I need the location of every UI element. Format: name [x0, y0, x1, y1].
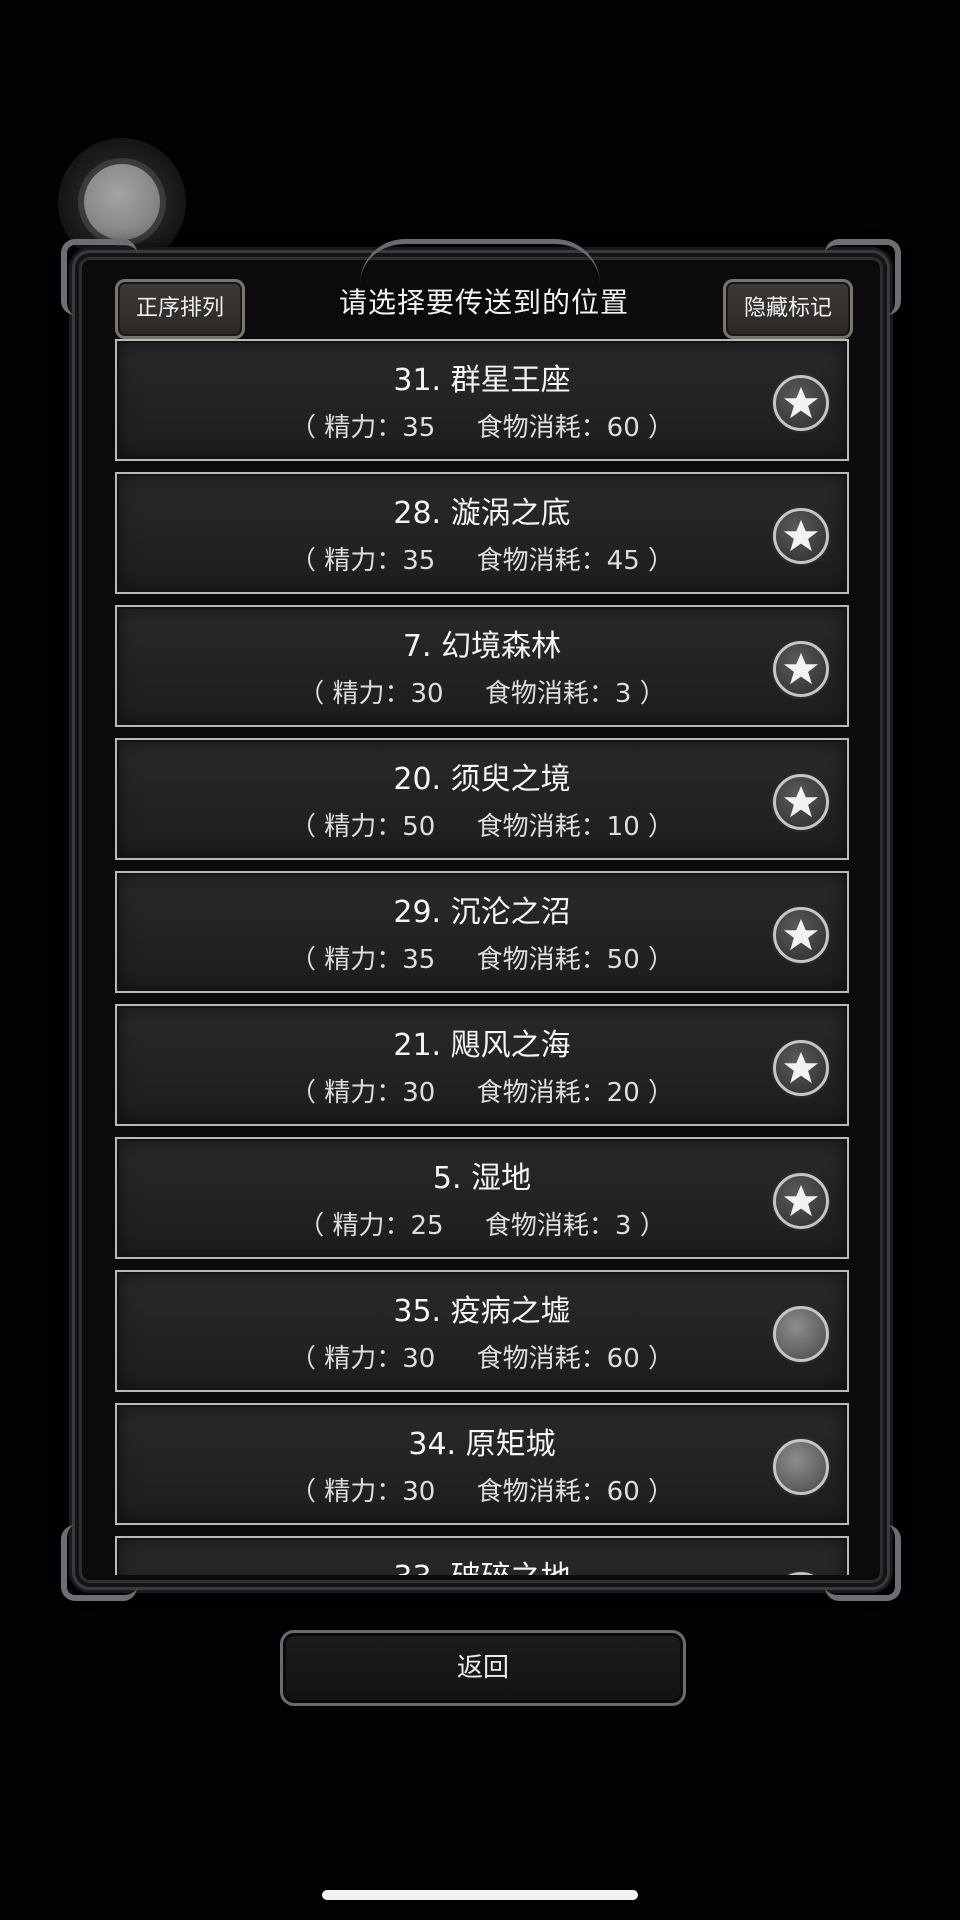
location-cost: （ 精力：30 食物消耗：60 ）	[289, 1344, 675, 1374]
location-row[interactable]: 31. 群星王座 （ 精力：35 食物消耗：60 ）	[115, 339, 849, 461]
location-list[interactable]: 31. 群星王座 （ 精力：35 食物消耗：60 ） 28. 漩涡之底 （ 精力…	[115, 339, 849, 1575]
location-name: 34. 原矩城	[408, 1427, 556, 1462]
location-row[interactable]: 20. 须臾之境 （ 精力：50 食物消耗：10 ）	[115, 738, 849, 860]
star-icon	[783, 1184, 819, 1217]
location-cost: （ 精力：30 食物消耗：60 ）	[289, 1477, 675, 1507]
star-icon	[783, 785, 819, 818]
mark-toggle-button[interactable]	[773, 508, 829, 564]
star-icon	[783, 386, 819, 419]
star-icon	[783, 1051, 819, 1084]
location-cost: （ 精力：35 食物消耗：60 ）	[289, 413, 675, 443]
location-name: 35. 疫病之墟	[393, 1294, 571, 1329]
location-row[interactable]: 28. 漩涡之底 （ 精力：35 食物消耗：45 ）	[115, 472, 849, 594]
location-cost: （ 精力：30 食物消耗：3 ）	[298, 679, 666, 709]
location-row[interactable]: 21. 飓风之海 （ 精力：30 食物消耗：20 ）	[115, 1004, 849, 1126]
location-name: 31. 群星王座	[393, 363, 571, 398]
location-cost: （ 精力：50 食物消耗：10 ）	[289, 812, 675, 842]
teleport-panel: 正序排列 请选择要传送到的位置 隐藏标记 31. 群星王座 （ 精力：35 食物…	[61, 239, 901, 1601]
mark-toggle-button[interactable]	[773, 1040, 829, 1096]
location-row[interactable]: 7. 幻境森林 （ 精力：30 食物消耗：3 ）	[115, 605, 849, 727]
mark-toggle-button[interactable]	[773, 1439, 829, 1495]
location-name: 21. 飓风之海	[393, 1028, 571, 1063]
location-cost: （ 精力：35 食物消耗：50 ）	[289, 945, 675, 975]
location-row[interactable]: 35. 疫病之墟 （ 精力：30 食物消耗：60 ）	[115, 1270, 849, 1392]
location-name: 29. 沉沦之沼	[393, 895, 571, 930]
assistive-touch-icon	[84, 164, 160, 240]
back-button[interactable]: 返回	[280, 1630, 686, 1706]
star-icon	[783, 918, 819, 951]
teleport-screen: 正序排列 请选择要传送到的位置 隐藏标记 31. 群星王座 （ 精力：35 食物…	[0, 0, 960, 1920]
mark-toggle-button[interactable]	[773, 375, 829, 431]
location-name: 5. 湿地	[432, 1161, 532, 1196]
panel-header: 正序排列 请选择要传送到的位置 隐藏标记	[115, 265, 853, 341]
location-cost: （ 精力：35 食物消耗：45 ）	[289, 546, 675, 576]
location-name: 33. 破碎之地	[117, 1552, 767, 1575]
location-name: 7. 幻境森林	[402, 629, 562, 664]
star-icon	[783, 652, 819, 685]
location-row[interactable]: 29. 沉沦之沼 （ 精力：35 食物消耗：50 ）	[115, 871, 849, 993]
location-row[interactable]: 34. 原矩城 （ 精力：30 食物消耗：60 ）	[115, 1403, 849, 1525]
mark-toggle-button[interactable]	[773, 774, 829, 830]
location-row[interactable]: 5. 湿地 （ 精力：25 食物消耗：3 ）	[115, 1137, 849, 1259]
home-indicator[interactable]	[322, 1890, 638, 1900]
mark-toggle-button[interactable]	[773, 907, 829, 963]
location-name: 28. 漩涡之底	[393, 496, 571, 531]
mark-toggle-button[interactable]	[773, 641, 829, 697]
mark-toggle-button[interactable]	[773, 1572, 829, 1575]
hide-marks-button[interactable]: 隐藏标记	[722, 279, 853, 339]
location-row[interactable]: 33. 破碎之地	[115, 1536, 849, 1575]
location-cost: （ 精力：30 食物消耗：20 ）	[289, 1078, 675, 1108]
mark-toggle-button[interactable]	[773, 1306, 829, 1362]
star-icon	[783, 519, 819, 552]
mark-toggle-button[interactable]	[773, 1173, 829, 1229]
location-cost: （ 精力：25 食物消耗：3 ）	[298, 1211, 666, 1241]
location-name: 20. 须臾之境	[393, 762, 571, 797]
